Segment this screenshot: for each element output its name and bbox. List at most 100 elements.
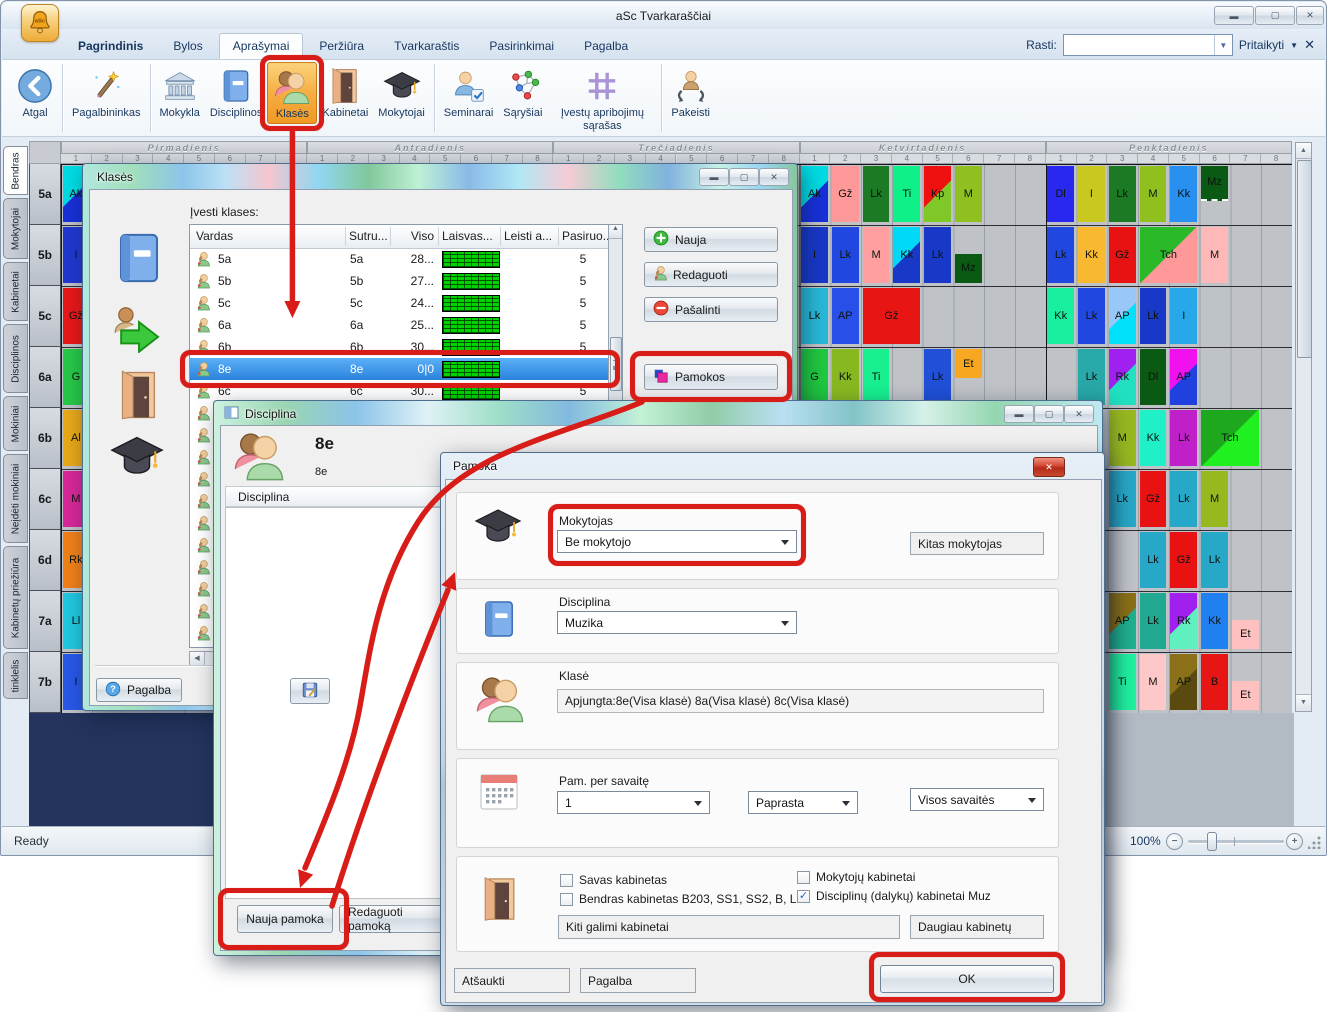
lesson-cell[interactable]: Lk (1140, 532, 1167, 588)
class-row-6b[interactable]: 6b6b30...5 (190, 336, 610, 358)
lesson-cell[interactable]: M (1201, 471, 1228, 527)
lesson-cell[interactable]: AP (1109, 593, 1136, 649)
door-icon[interactable] (116, 369, 162, 421)
lesson-cell[interactable]: Lk (1140, 593, 1167, 649)
lesson-cell[interactable]: Et (955, 349, 982, 378)
side-tab-disciplinos[interactable]: Disciplinos (3, 324, 28, 393)
scroll-up-icon[interactable]: ▲ (1296, 143, 1311, 159)
toolbar-button-pagalbininkas[interactable]: Pagalbininkas (67, 62, 146, 122)
nauja-pamoka-button[interactable]: Nauja pamoka (237, 905, 333, 933)
zoom-slider-thumb[interactable] (1207, 832, 1217, 851)
pagalba-button[interactable]: Pagalba (580, 968, 696, 993)
savas-kabinetas-checkbox[interactable]: Savas kabinetas (560, 873, 667, 887)
lesson-cell[interactable]: Dl (1047, 166, 1074, 222)
lesson-cell[interactable]: Gž (863, 288, 921, 344)
lesson-cell[interactable]: Lk (1078, 349, 1105, 405)
lesson-cell[interactable]: Lk (924, 349, 951, 405)
lesson-cell[interactable]: Ti (893, 166, 920, 222)
column-header-viso[interactable]: Viso (390, 229, 434, 243)
savaites-combo[interactable]: Visos savaitės (910, 788, 1044, 811)
menu-tab-pagrindinis[interactable]: Pagrindinis (64, 33, 157, 59)
lesson-cell[interactable]: Lk (1201, 532, 1228, 588)
lesson-cell[interactable]: AP (832, 288, 859, 344)
lesson-cell[interactable]: Kk (1201, 593, 1228, 649)
pagalba-button[interactable]: ? Pagalba (96, 678, 182, 702)
tipas-combo[interactable]: Paprasta (748, 791, 858, 814)
toolbar-button-mokykla[interactable]: Mokykla (155, 62, 205, 122)
side-tab-kabinetai[interactable]: Kabinetai (3, 262, 28, 321)
lesson-cell[interactable]: Lk (1170, 410, 1197, 466)
atsaukti-button[interactable]: Atšaukti (454, 968, 570, 993)
resize-grip[interactable] (1308, 835, 1322, 849)
zoom-out-icon[interactable]: − (1166, 833, 1183, 850)
lesson-cell[interactable]: I (1078, 166, 1105, 222)
lesson-cell[interactable]: Mz (1201, 166, 1228, 201)
scroll-up-icon[interactable]: ▲ (609, 225, 622, 239)
scrollbar-thumb[interactable] (610, 337, 622, 391)
lesson-cell[interactable]: M (1140, 166, 1167, 222)
close-button[interactable]: ✕ (1296, 6, 1324, 25)
toolbar-button-apribojimai[interactable]: Įvestų apribojimų sąrašas (547, 62, 657, 134)
lesson-cell[interactable]: Ak (801, 166, 828, 222)
mokytojas-combo[interactable]: Be mokytojo (557, 530, 797, 553)
class-row-5b[interactable]: 5b5b27...5 (190, 270, 610, 292)
lesson-cell[interactable]: Kk (1078, 227, 1105, 283)
lesson-cell[interactable]: M (863, 227, 890, 283)
lesson-cell[interactable]: Lk (1109, 471, 1136, 527)
scrollbar-thumb[interactable] (1297, 160, 1312, 358)
menu-tab-peržiūra[interactable]: Peržiūra (305, 33, 378, 59)
lesson-cell[interactable]: M (1109, 410, 1136, 466)
checkbox-icon[interactable]: ✓ (797, 890, 810, 903)
find-input[interactable]: ▼ (1063, 34, 1233, 56)
lesson-cell[interactable]: Lk (1047, 227, 1074, 283)
lesson-cell[interactable]: M (1140, 654, 1167, 710)
checkbox-icon[interactable] (560, 874, 573, 887)
zoom-slider-track[interactable] (1188, 840, 1284, 843)
menu-tab-pagalba[interactable]: Pagalba (570, 33, 642, 59)
apply-link[interactable]: Pritaikyti (1239, 38, 1284, 52)
ok-button[interactable]: OK (880, 965, 1054, 993)
lesson-cell[interactable]: Mz (955, 254, 982, 283)
column-header-disciplina[interactable]: Disciplina (238, 490, 289, 504)
save-button[interactable] (290, 678, 330, 704)
class-row-5c[interactable]: 5c5c24...5 (190, 292, 610, 314)
toolbar-button-sarysiai[interactable]: Sąryšiai (498, 62, 547, 122)
minimize-button[interactable]: ▬ (1004, 405, 1034, 423)
class-row-6a[interactable]: 6a6a25...5 (190, 314, 610, 336)
class-row-8e[interactable]: 8e8e0|0 (190, 358, 610, 380)
toolbar-button-mokytojai[interactable]: Mokytojai (373, 62, 429, 122)
lesson-cell[interactable]: Gž (1109, 227, 1136, 283)
redaguoti-button[interactable]: Redaguoti (644, 262, 778, 287)
pamokos-button[interactable]: Pamokos (644, 364, 778, 390)
redaguoti-pamoka-button[interactable]: Redaguoti pamoką (339, 905, 449, 933)
import-arrow-icon[interactable] (110, 303, 168, 353)
minimize-button[interactable]: ▬ (699, 168, 729, 186)
menu-tab-aprašymai[interactable]: Aprašymai (219, 33, 304, 59)
toolbar-button-disciplinos[interactable]: Disciplinos (205, 62, 268, 122)
checkbox-icon[interactable] (797, 871, 810, 884)
apply-dropdown-icon[interactable]: ▼ (1290, 41, 1298, 50)
lesson-cell[interactable]: Tch (1201, 410, 1259, 466)
column-header-laisvas[interactable]: Laisvas... (442, 229, 493, 243)
lesson-cell[interactable]: AP (1109, 288, 1136, 344)
side-tab-mokiniai[interactable]: Mokiniai (3, 396, 28, 451)
column-header-leisti[interactable]: Leisti a... (504, 229, 552, 243)
clear-filter-icon[interactable]: ✕ (1304, 37, 1315, 53)
graduation-cap-icon[interactable] (108, 433, 166, 481)
lesson-cell[interactable]: Lk (832, 227, 859, 283)
lesson-cell[interactable]: Lk (1109, 166, 1136, 222)
lesson-cell[interactable]: Gž (1170, 532, 1197, 588)
menu-tab-pasirinkimai[interactable]: Pasirinkimai (475, 33, 568, 59)
lesson-cell[interactable]: Ti (1109, 654, 1136, 710)
bendras-kabinetas-checkbox[interactable]: Bendras kabinetas B203, SS1, SS2, B, Lk2 (560, 892, 809, 906)
disciplinu-kabinetai-checkbox[interactable]: ✓Disciplinų (dalykų) kabinetai Muz (797, 889, 991, 903)
menu-tab-bylos[interactable]: Bylos (159, 33, 216, 59)
toolbar-button-atgal[interactable]: Atgal (12, 62, 58, 122)
side-tab-tinklelis[interactable]: tinklelis (3, 652, 28, 699)
book-icon[interactable] (114, 231, 164, 285)
lesson-cell[interactable]: Dl (1140, 349, 1167, 405)
lesson-cell[interactable]: Gž (832, 166, 859, 222)
lesson-cell[interactable]: I (801, 227, 828, 283)
table-header[interactable]: Vardas Sutru... Viso Laisvas... Leisti a… (190, 225, 622, 249)
lesson-cell[interactable]: Kp (924, 166, 951, 222)
